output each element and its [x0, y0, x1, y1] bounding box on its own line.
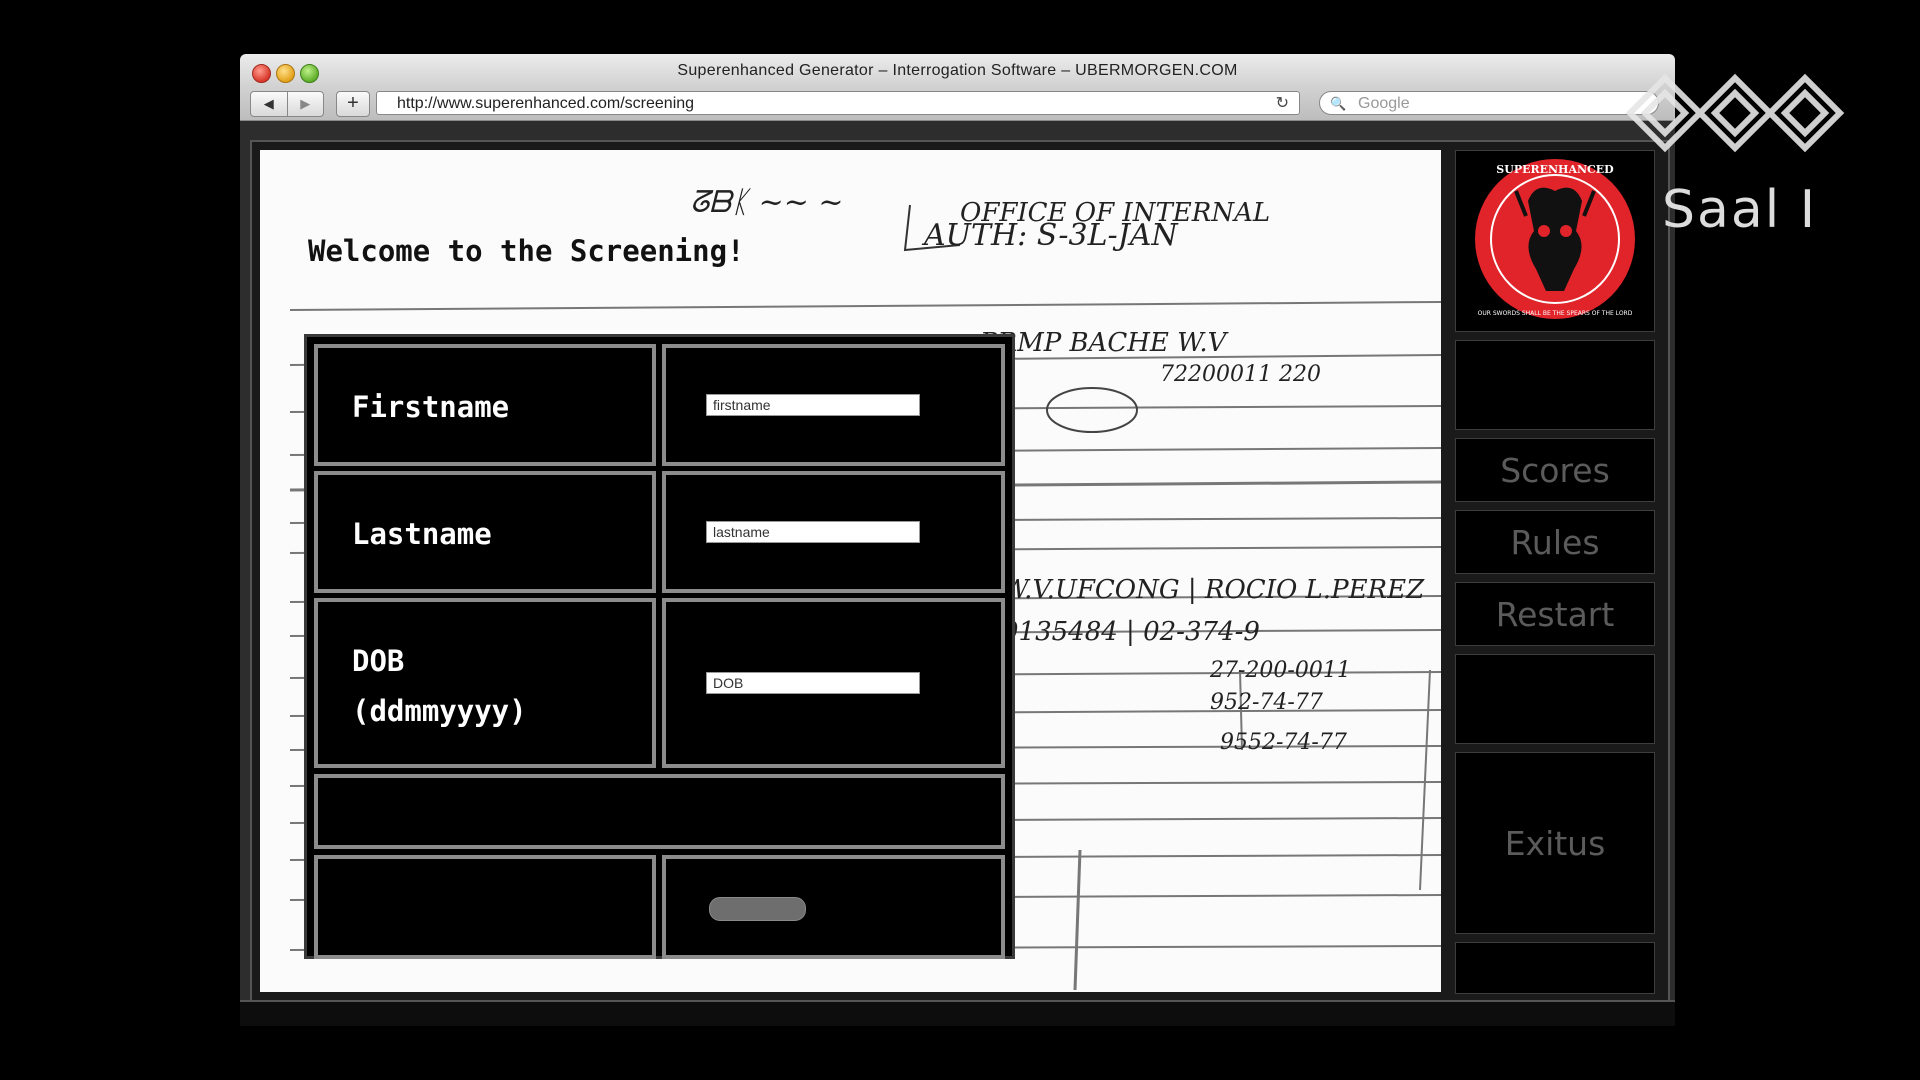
empty-cell [314, 855, 656, 959]
lastname-label-cell: Lastname [314, 471, 656, 593]
firstname-label-cell: Firstname [314, 344, 656, 466]
logo-motto: OUR SWORDS SHALL BE THE SPEARS OF THE LO… [1478, 310, 1633, 317]
submit-button[interactable] [709, 897, 806, 921]
status-strip [240, 1000, 1675, 1026]
exitus-label: Exitus [1504, 824, 1606, 863]
handwriting: AUTH: S-3L-JAN [924, 218, 1178, 253]
reload-icon[interactable]: ↻ [1276, 92, 1289, 116]
dob-label: DOB [352, 644, 405, 678]
sidebar-item-scores[interactable]: Scores [1455, 438, 1655, 502]
address-bar[interactable]: http://www.superenhanced.com/screening ↻ [376, 91, 1300, 115]
page-title: Welcome to the Screening! [308, 234, 745, 268]
logo-text: SUPERENHANCED [1496, 163, 1614, 176]
firstname-input[interactable] [706, 394, 920, 416]
rules-label: Rules [1510, 523, 1600, 562]
background-document: ᘔᗷᛕ ~~ ~ OFFICE OF INTERNAL AUTH: S-3L-J… [260, 150, 1441, 992]
forward-icon[interactable]: ▶ [286, 92, 324, 116]
restart-label: Restart [1495, 595, 1615, 634]
firstname-label: Firstname [352, 390, 510, 424]
dob-format-label: (ddmmyyyy) [352, 694, 527, 728]
handwriting: PRMP BACHE W.V [980, 328, 1227, 358]
sidebar-item-restart[interactable]: Restart [1455, 582, 1655, 646]
lastname-input[interactable] [706, 521, 920, 543]
window-title: Superenhanced Generator – Interrogation … [677, 62, 1238, 79]
page-content: ᘔᗷᛕ ~~ ~ OFFICE OF INTERNAL AUTH: S-3L-J… [250, 140, 1670, 1002]
firstname-field-cell [662, 344, 1005, 466]
browser-window: Superenhanced Generator – Interrogation … [240, 54, 1675, 1026]
address-url: http://www.superenhanced.com/screening [397, 95, 695, 112]
handwriting: ᘔᗷᛕ ~~ ~ [690, 185, 844, 220]
sidebar: SUPERENHANCED OUR SWORDS SHALL BE THE SP… [1455, 150, 1659, 994]
search-icon: 🔍 [1330, 96, 1347, 111]
handwriting: 952-74-77 [1210, 690, 1323, 715]
new-tab-icon[interactable]: + [336, 91, 370, 117]
handwriting: 9552-74-77 [1220, 730, 1347, 755]
sidebar-item-rules[interactable]: Rules [1455, 510, 1655, 574]
scores-label: Scores [1500, 451, 1610, 490]
superenhanced-logo: SUPERENHANCED OUR SWORDS SHALL BE THE SP… [1475, 159, 1635, 319]
dob-label-cell: DOB (ddmmyyyy) [314, 598, 656, 768]
submit-cell [662, 855, 1005, 959]
handwriting: 72200011 220 [1160, 362, 1321, 387]
handwriting: 0135484 | 02-374-9 [1002, 617, 1260, 647]
sidebar-item-exitus[interactable]: Exitus [1455, 752, 1655, 934]
room-label: Saal I [1662, 180, 1818, 240]
screening-form: Firstname Lastname DOB (ddmmyyyy) [304, 334, 1015, 959]
lastname-field-cell [662, 471, 1005, 593]
sidebar-empty-slot [1455, 942, 1655, 994]
handwriting: W.V.UFCONG | ROCIO L.PEREZ [1002, 575, 1425, 605]
sidebar-empty-slot [1455, 654, 1655, 744]
broadcast-logo [1625, 73, 1845, 153]
sidebar-empty-slot [1455, 340, 1655, 430]
back-icon[interactable]: ◀ [251, 92, 287, 116]
search-placeholder: Google [1358, 95, 1410, 112]
browser-toolbar: ◀ ▶ + http://www.superenhanced.com/scree… [240, 86, 1675, 121]
lastname-label: Lastname [352, 517, 492, 551]
nav-buttons: ◀ ▶ [250, 91, 324, 117]
dob-field-cell [662, 598, 1005, 768]
dob-input[interactable] [706, 672, 920, 694]
handwriting: 27-200-0011 [1210, 658, 1351, 683]
message-cell [314, 774, 1005, 849]
title-bar: Superenhanced Generator – Interrogation … [240, 54, 1675, 86]
